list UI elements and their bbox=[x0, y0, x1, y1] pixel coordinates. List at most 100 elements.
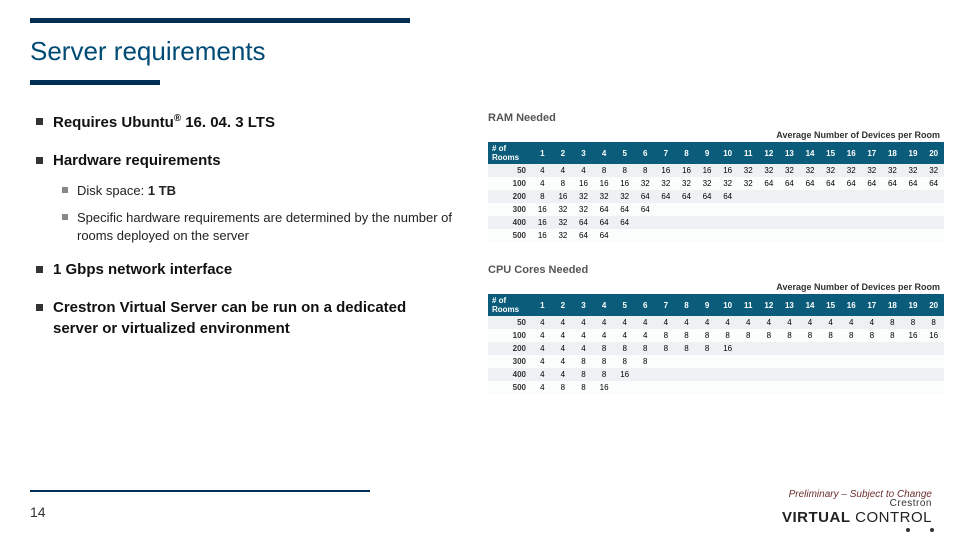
cell: 32 bbox=[594, 190, 615, 203]
cell: 32 bbox=[553, 229, 574, 242]
col-header: 12 bbox=[759, 142, 780, 164]
cell bbox=[820, 342, 841, 355]
cell: 16 bbox=[923, 329, 944, 342]
cell: 8 bbox=[614, 342, 635, 355]
cell bbox=[738, 190, 759, 203]
table-row: 300163232646464 bbox=[488, 203, 944, 216]
table-row: 5044444444444444444888 bbox=[488, 316, 944, 329]
cell: 8 bbox=[676, 329, 697, 342]
text-fragment: 16. 04. 3 LTS bbox=[181, 114, 275, 131]
col-header: 6 bbox=[635, 294, 656, 316]
cell bbox=[656, 381, 677, 394]
col-header: 5 bbox=[614, 294, 635, 316]
cell: 8 bbox=[594, 342, 615, 355]
cell: 4 bbox=[532, 177, 553, 190]
cell: 4 bbox=[532, 368, 553, 381]
cell bbox=[862, 368, 883, 381]
table-row: 4001632646464 bbox=[488, 216, 944, 229]
cell bbox=[923, 203, 944, 216]
cell bbox=[903, 368, 924, 381]
cell: 16 bbox=[903, 329, 924, 342]
cell bbox=[717, 355, 738, 368]
table-row: 400448816 bbox=[488, 368, 944, 381]
cell bbox=[759, 368, 780, 381]
cell bbox=[738, 229, 759, 242]
cell bbox=[759, 342, 780, 355]
cell: 64 bbox=[573, 229, 594, 242]
cell: 32 bbox=[820, 164, 841, 177]
bullet-list: Requires Ubuntu® 16. 04. 3 LTS Hardware … bbox=[36, 112, 466, 357]
cell bbox=[923, 229, 944, 242]
col-header: 20 bbox=[923, 294, 944, 316]
cell bbox=[779, 203, 800, 216]
cell: 64 bbox=[903, 177, 924, 190]
cell: 64 bbox=[779, 177, 800, 190]
row-header: 200 bbox=[488, 190, 532, 203]
cell: 8 bbox=[532, 190, 553, 203]
table-row: 50048816 bbox=[488, 381, 944, 394]
row-header: 100 bbox=[488, 329, 532, 342]
cell bbox=[779, 355, 800, 368]
row-header: 300 bbox=[488, 355, 532, 368]
cell: 4 bbox=[553, 316, 574, 329]
bullet-icon bbox=[36, 304, 43, 311]
cell: 4 bbox=[594, 316, 615, 329]
cell bbox=[903, 381, 924, 394]
rooms-header: # of Rooms bbox=[488, 294, 532, 316]
col-header: 19 bbox=[903, 294, 924, 316]
cell bbox=[676, 355, 697, 368]
cell: 8 bbox=[800, 329, 821, 342]
cell: 8 bbox=[923, 316, 944, 329]
cell: 4 bbox=[614, 329, 635, 342]
cell: 64 bbox=[759, 177, 780, 190]
bullet-text: Specific hardware requirements are deter… bbox=[77, 209, 466, 244]
cell bbox=[882, 190, 903, 203]
cell bbox=[676, 203, 697, 216]
cell bbox=[717, 229, 738, 242]
cell: 8 bbox=[882, 329, 903, 342]
cell bbox=[656, 216, 677, 229]
cell bbox=[882, 342, 903, 355]
cell: 4 bbox=[532, 355, 553, 368]
top-rule bbox=[30, 18, 410, 23]
cell: 8 bbox=[759, 329, 780, 342]
cell bbox=[820, 216, 841, 229]
col-header: 12 bbox=[759, 294, 780, 316]
cell bbox=[841, 381, 862, 394]
cell bbox=[882, 229, 903, 242]
bullet-hardware: Hardware requirements bbox=[36, 151, 466, 171]
cell: 32 bbox=[779, 164, 800, 177]
cell bbox=[717, 381, 738, 394]
col-header: 4 bbox=[594, 294, 615, 316]
cell: 4 bbox=[553, 355, 574, 368]
bullet-text: 1 Gbps network interface bbox=[53, 260, 232, 280]
cell: 32 bbox=[573, 190, 594, 203]
cell: 4 bbox=[656, 316, 677, 329]
cell: 64 bbox=[594, 203, 615, 216]
cell bbox=[882, 355, 903, 368]
cell bbox=[923, 355, 944, 368]
cell bbox=[841, 355, 862, 368]
cell bbox=[841, 368, 862, 381]
cell: 8 bbox=[614, 164, 635, 177]
cell bbox=[862, 229, 883, 242]
bullet-icon bbox=[36, 118, 43, 125]
cell bbox=[841, 216, 862, 229]
cell bbox=[697, 355, 718, 368]
tables-column: RAM Needed Average Number of Devices per… bbox=[488, 112, 944, 416]
cell: 4 bbox=[532, 316, 553, 329]
cell bbox=[820, 355, 841, 368]
col-header: 14 bbox=[800, 294, 821, 316]
cell: 32 bbox=[614, 190, 635, 203]
cell: 32 bbox=[553, 216, 574, 229]
cell bbox=[923, 342, 944, 355]
col-header: 10 bbox=[717, 142, 738, 164]
cpu-table-block: CPU Cores Needed Average Number of Devic… bbox=[488, 264, 944, 394]
cell: 32 bbox=[738, 164, 759, 177]
col-header: 10 bbox=[717, 294, 738, 316]
cell: 8 bbox=[656, 342, 677, 355]
page-title: Server requirements bbox=[30, 36, 266, 67]
col-header: 2 bbox=[553, 294, 574, 316]
bullet-icon bbox=[62, 214, 68, 220]
cell: 64 bbox=[862, 177, 883, 190]
